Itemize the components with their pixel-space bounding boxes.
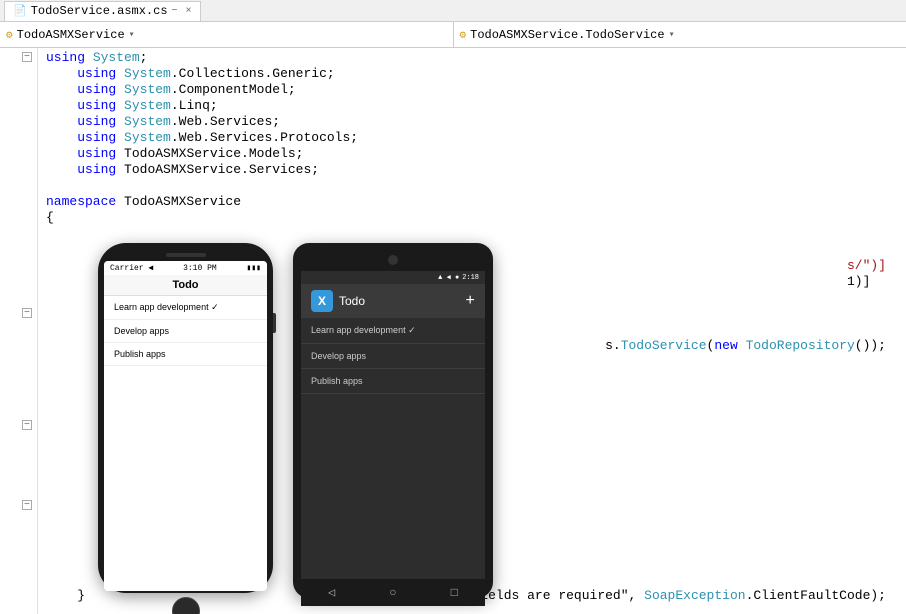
iphone-screen: Carrier ◀ 3:10 PM ▮▮▮ Todo Learn app dev… — [104, 261, 267, 591]
iphone-list-item-3: Publish apps — [104, 343, 267, 366]
android-time: 2:18 — [462, 274, 479, 282]
editor-gutter: − − − − — [0, 48, 38, 614]
iphone-status-bar: Carrier ◀ 3:10 PM ▮▮▮ — [104, 261, 267, 275]
code-closing-brace: } — [46, 588, 85, 604]
code-partial-top: s/")] 1)] — [847, 258, 886, 290]
code-area[interactable]: using System; using System.Collections.G… — [38, 48, 906, 614]
code-line-9 — [46, 178, 898, 194]
android-item-text-1: Learn app development ✓ — [311, 325, 416, 336]
android-status-bar: ▲ ◀ ● 2:18 — [301, 271, 485, 284]
android-home-icon[interactable]: ○ — [389, 586, 396, 600]
nav-right-dropdown[interactable]: ▾ — [669, 29, 675, 41]
android-nav-bar: ◁ ○ □ — [301, 579, 485, 606]
iphone-list-item-2: Develop apps — [104, 320, 267, 343]
android-item-text-2: Develop apps — [311, 351, 366, 361]
android-list-item-3: Publish apps — [301, 369, 485, 394]
collapse-3[interactable]: − — [22, 420, 32, 430]
android-recent-icon[interactable]: □ — [451, 586, 458, 600]
iphone-item-text-2: Develop apps — [114, 326, 169, 336]
nav-left-dropdown[interactable]: ▾ — [129, 29, 135, 41]
android-screen: ▲ ◀ ● 2:18 X Todo + Learn app developmen… — [301, 271, 485, 606]
android-x-logo: X — [311, 290, 333, 312]
iphone-item-text-3: Publish apps — [114, 349, 166, 359]
code-partial-bottom: notes fields are required", SoapExceptio… — [426, 588, 886, 604]
android-list-item-1: Learn app development ✓ — [301, 318, 485, 344]
android-back-icon[interactable]: ◁ — [328, 585, 335, 600]
iphone-list-item-1: Learn app development ✓ — [104, 296, 267, 320]
code-line-11: { — [46, 210, 898, 226]
android-app-bar: X Todo + — [301, 284, 485, 318]
iphone-time: 3:10 PM — [183, 264, 217, 273]
android-camera — [388, 255, 398, 265]
code-line-4: using System.Linq; — [46, 98, 898, 114]
iphone-item-text-1: Learn app development ✓ — [114, 302, 219, 313]
nav-bar: ⚙ TodoASMXService ▾ ⚙ TodoASMXService.To… — [0, 22, 906, 48]
nav-right-text: TodoASMXService.TodoService — [470, 28, 664, 42]
phones-container: Carrier ◀ 3:10 PM ▮▮▮ Todo Learn app dev… — [98, 243, 493, 598]
android-title-text: Todo — [339, 294, 365, 308]
android-item-text-3: Publish apps — [311, 376, 363, 386]
code-line-5: using System.Web.Services; — [46, 114, 898, 130]
nav-left-text: TodoASMXService — [17, 28, 125, 42]
code-line-6: using System.Web.Services.Protocols; — [46, 130, 898, 146]
nav-left[interactable]: ⚙ TodoASMXService ▾ — [0, 22, 454, 47]
iphone-home-button[interactable] — [172, 597, 200, 614]
collapse-4[interactable]: − — [22, 500, 32, 510]
nav-left-icon: ⚙ — [6, 28, 13, 42]
iphone-speaker — [166, 253, 206, 257]
cs-file-icon: 📄 — [13, 4, 27, 18]
code-partial-middle: s.TodoService(new TodoRepository()); — [605, 338, 886, 354]
collapse-1[interactable]: − — [22, 52, 32, 62]
code-line-7: using TodoASMXService.Models; — [46, 146, 898, 162]
title-bar: 📄 TodoService.asmx.cs − × — [0, 0, 906, 22]
android-list-item-2: Develop apps — [301, 344, 485, 369]
code-line-3: using System.ComponentModel; — [46, 82, 898, 98]
android-status-icons: ▲ ◀ ● — [438, 273, 459, 282]
code-line-1: using System; — [46, 50, 898, 66]
iphone-carrier: Carrier ◀ — [110, 263, 153, 273]
code-line-8: using TodoASMXService.Services; — [46, 162, 898, 178]
code-line-10: namespace TodoASMXService — [46, 194, 898, 210]
nav-right[interactable]: ⚙ TodoASMXService.TodoService ▾ — [454, 22, 906, 47]
tab-label: TodoService.asmx.cs — [31, 4, 168, 18]
tab-pin-icon: − — [172, 6, 178, 17]
file-tab[interactable]: 📄 TodoService.asmx.cs − × — [4, 1, 201, 21]
iphone-nav-bar: Todo — [104, 275, 267, 296]
iphone-side-button — [273, 313, 276, 333]
editor: − − − − using System; using System.Colle… — [0, 48, 906, 614]
android-app-title: X Todo — [311, 290, 365, 312]
iphone-battery: ▮▮▮ — [247, 263, 261, 273]
android-add-button[interactable]: + — [465, 292, 475, 310]
android-mockup: ▲ ◀ ● 2:18 X Todo + Learn app developmen… — [293, 243, 493, 598]
iphone-title: Todo — [172, 279, 198, 291]
code-line-2: using System.Collections.Generic; — [46, 66, 898, 82]
nav-right-icon: ⚙ — [460, 28, 467, 42]
tab-close-icon[interactable]: × — [186, 6, 192, 17]
iphone-mockup: Carrier ◀ 3:10 PM ▮▮▮ Todo Learn app dev… — [98, 243, 273, 593]
collapse-2[interactable]: − — [22, 308, 32, 318]
